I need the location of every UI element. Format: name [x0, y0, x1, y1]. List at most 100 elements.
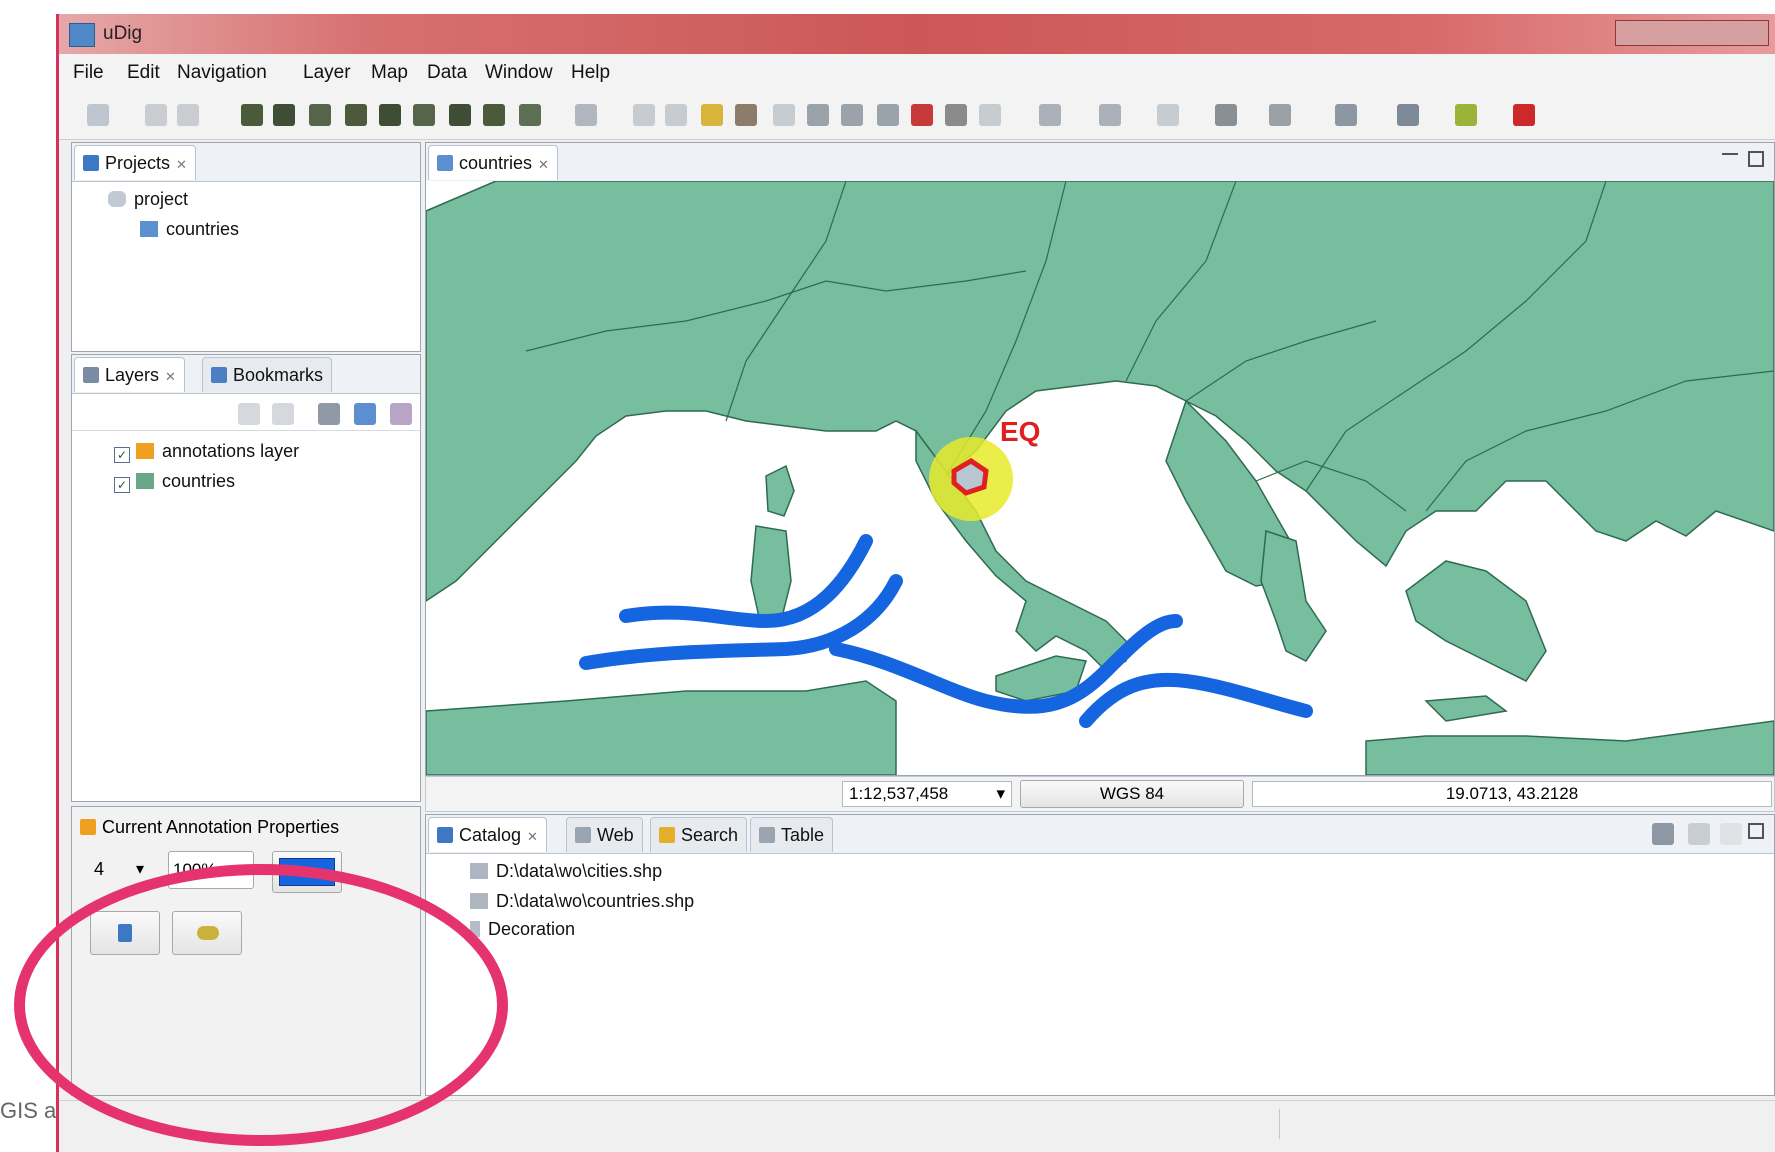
zoom-extent-icon[interactable] — [807, 104, 829, 126]
tab-projects[interactable]: Projects ✕ — [74, 145, 196, 180]
status-divider — [1279, 1109, 1280, 1139]
map-status-bar: 1:12,537,458 ▾ WGS 84 19.0713, 43.2128 — [425, 776, 1775, 812]
pan-icon[interactable] — [945, 104, 967, 126]
menu-layer[interactable]: Layer — [303, 62, 351, 84]
maximize-icon[interactable] — [1748, 151, 1764, 167]
edit-tool-icon[interactable] — [1335, 104, 1357, 126]
map-editor: countries ✕ EQ — [425, 142, 1775, 776]
menu-map[interactable]: Map — [371, 62, 408, 84]
pan-tool-icon[interactable] — [1099, 104, 1121, 126]
layer-item-annotations[interactable]: ✓ annotations layer — [114, 441, 299, 463]
close-icon[interactable]: ✕ — [165, 369, 176, 384]
catalog-item-countries[interactable]: D:\data\wo\countries.shp — [470, 891, 694, 912]
add-layer-icon[interactable] — [241, 104, 263, 126]
scale-select[interactable]: 1:12,537,458 ▾ — [842, 781, 1012, 807]
layer-item-countries[interactable]: ✓ countries — [114, 471, 235, 493]
catalog-item-decoration[interactable]: Decoration — [470, 919, 575, 940]
window-controls[interactable] — [1615, 20, 1769, 46]
close-icon[interactable]: ✕ — [527, 829, 538, 844]
menu-navigation[interactable]: Navigation — [177, 62, 267, 84]
menu-data[interactable]: Data — [427, 62, 467, 84]
import-icon[interactable] — [1652, 823, 1674, 845]
move-down-icon[interactable] — [272, 403, 294, 425]
crs-button[interactable]: WGS 84 — [1020, 780, 1244, 808]
tab-countries-map[interactable]: countries ✕ — [428, 145, 558, 180]
pin-icon[interactable] — [911, 104, 933, 126]
remove-icon[interactable] — [1688, 823, 1710, 845]
layer-visibility-checkbox[interactable]: ✓ — [114, 447, 130, 463]
layer-tools-icon[interactable] — [519, 104, 541, 126]
add-layer-icon[interactable] — [354, 403, 376, 425]
properties-icon[interactable] — [575, 104, 597, 126]
back-icon[interactable] — [633, 104, 655, 126]
tree-item-countries-map[interactable]: countries — [140, 219, 239, 240]
projects-panel: Projects ✕ project countries — [71, 142, 421, 352]
draw-icon[interactable] — [979, 104, 1001, 126]
undo-icon[interactable] — [773, 104, 795, 126]
highlight-ring — [14, 864, 508, 1146]
remove-layer-icon[interactable] — [390, 403, 412, 425]
menu-window[interactable]: Window — [485, 62, 553, 84]
tree-item-project[interactable]: project — [108, 189, 188, 210]
tab-table[interactable]: Table — [750, 817, 834, 852]
stroke-width-dropdown[interactable]: ▾ — [136, 859, 144, 879]
project-icon — [108, 191, 126, 207]
menu-edit[interactable]: Edit — [127, 62, 160, 84]
pencil-icon — [80, 819, 96, 835]
select-tool-icon[interactable] — [1157, 104, 1179, 126]
maximize-icon[interactable] — [1748, 823, 1764, 839]
layers-toolbar — [72, 393, 420, 431]
add-database-icon[interactable] — [379, 104, 401, 126]
epicenter-marker — [951, 458, 989, 496]
menu-help[interactable]: Help — [571, 62, 610, 84]
tab-layers[interactable]: Layers ✕ — [74, 357, 185, 392]
info-tool-icon[interactable] — [1215, 104, 1237, 126]
refresh-icon[interactable] — [701, 104, 723, 126]
map-canvas[interactable]: EQ — [426, 181, 1774, 775]
close-icon[interactable]: ✕ — [538, 157, 549, 172]
add-shapefile-icon[interactable] — [345, 104, 367, 126]
zoom-tool-icon[interactable] — [1039, 104, 1061, 126]
new-icon[interactable] — [87, 104, 109, 126]
title-bar[interactable]: uDig — [59, 14, 1775, 54]
add-service-icon[interactable] — [449, 104, 471, 126]
add-catalog-icon[interactable] — [483, 104, 505, 126]
add-wfs-icon[interactable] — [309, 104, 331, 126]
tab-web[interactable]: Web — [566, 817, 643, 852]
tab-bookmarks[interactable]: Bookmarks — [202, 357, 333, 392]
catalog-panel: Catalog ✕ Web Search Table D:\data\wo\cit… — [425, 814, 1775, 1096]
zoom-in-icon[interactable] — [841, 104, 863, 126]
zoom-out-icon[interactable] — [877, 104, 899, 126]
annotation-tool-icon[interactable] — [1513, 104, 1535, 126]
catalog-item-cities[interactable]: D:\data\wo\cities.shp — [470, 861, 662, 882]
coordinate-readout: 19.0713, 43.2128 — [1252, 781, 1772, 807]
layers-panel: Layers ✕ Bookmarks ✓ annotations layer ✓ co… — [71, 354, 421, 802]
layer-properties-icon[interactable] — [318, 403, 340, 425]
pencil-layer-icon — [136, 443, 154, 459]
window-title: uDig — [103, 23, 143, 44]
create-feature-icon[interactable] — [1397, 104, 1419, 126]
move-up-icon[interactable] — [238, 403, 260, 425]
tab-catalog[interactable]: Catalog ✕ — [428, 817, 547, 852]
save-icon[interactable] — [145, 104, 167, 126]
close-icon[interactable]: ✕ — [176, 157, 187, 172]
refresh-icon[interactable] — [1720, 823, 1742, 845]
tab-search[interactable]: Search — [650, 817, 748, 852]
projects-icon — [83, 155, 99, 171]
menu-bar: File Edit Navigation Layer Map Data Wind… — [59, 54, 1775, 90]
menu-file[interactable]: File — [73, 62, 104, 84]
add-wms-icon[interactable] — [273, 104, 295, 126]
style-icon[interactable] — [1455, 104, 1477, 126]
measure-tool-icon[interactable] — [1269, 104, 1291, 126]
layer-visibility-checkbox[interactable]: ✓ — [114, 477, 130, 493]
save-all-icon[interactable] — [177, 104, 199, 126]
minimize-icon[interactable] — [1722, 153, 1738, 167]
stop-icon[interactable] — [735, 104, 757, 126]
chevron-down-icon: ▾ — [996, 784, 1005, 803]
forward-icon[interactable] — [665, 104, 687, 126]
add-raster-icon[interactable] — [413, 104, 435, 126]
udig-logo-icon — [69, 23, 95, 47]
main-toolbar — [59, 90, 1775, 140]
search-icon — [659, 827, 675, 843]
map-icon — [140, 221, 158, 237]
